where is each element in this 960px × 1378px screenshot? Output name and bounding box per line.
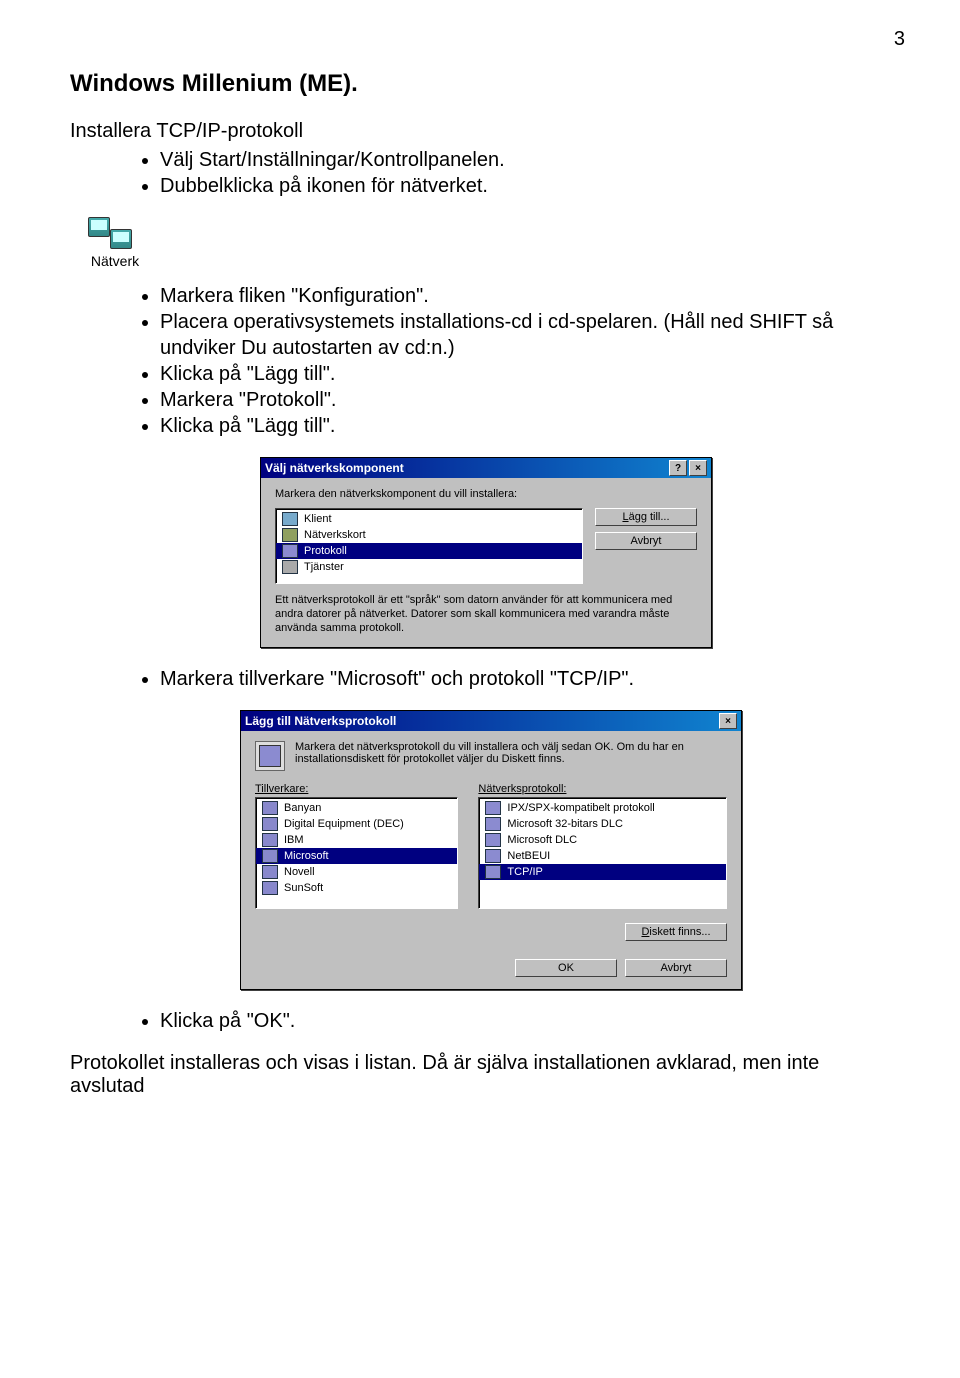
protocol-netbeui[interactable]: NetBEUI	[479, 848, 726, 864]
vendor-ibm[interactable]: IBM	[256, 832, 457, 848]
protocol-ms32dlc[interactable]: Microsoft 32-bitars DLC	[479, 816, 726, 832]
dialog-title: Välj nätverkskomponent	[265, 461, 404, 475]
cancel-button[interactable]: Avbryt	[595, 532, 697, 550]
list-item-label: Protokoll	[304, 545, 347, 557]
ok-button[interactable]: OK	[515, 959, 617, 977]
protocols-label: Nätverksprotokoll:	[478, 783, 727, 795]
list-item: Klicka på "Lägg till".	[160, 361, 890, 387]
disk-button[interactable]: Diskett finns...	[625, 923, 727, 941]
list-item-label: Microsoft DLC	[507, 834, 577, 846]
vendor-microsoft[interactable]: Microsoft	[256, 848, 457, 864]
vendor-novell[interactable]: Novell	[256, 864, 457, 880]
protocol-icon	[282, 544, 298, 558]
list-item: Markera fliken "Konfiguration".	[160, 283, 890, 309]
list-item-natverkskort[interactable]: Nätverkskort	[276, 527, 582, 543]
protocol-ipx-spx[interactable]: IPX/SPX-kompatibelt protokoll	[479, 800, 726, 816]
vendor-icon	[262, 881, 278, 895]
network-card-icon	[282, 528, 298, 542]
list-item: Klicka på "Lägg till".	[160, 413, 890, 439]
protocol-icon	[485, 865, 501, 879]
list-item-label: Nätverkskort	[304, 529, 366, 541]
vendor-icon	[262, 865, 278, 879]
list-item-label: Microsoft 32-bitars DLC	[507, 818, 623, 830]
protocol-header-icon	[255, 741, 285, 771]
list-item-label: TCP/IP	[507, 866, 542, 878]
dialog-prompt: Markera den nätverkskomponent du vill in…	[275, 488, 697, 500]
protocol-icon	[485, 833, 501, 847]
component-listbox[interactable]: Klient Nätverkskort Protokoll Tjäns	[275, 508, 583, 584]
network-icon-block: Nätverk	[88, 217, 890, 269]
vendor-icon	[262, 833, 278, 847]
list-item-label: Tjänster	[304, 561, 344, 573]
subsection-heading: Installera TCP/IP-protokoll	[70, 120, 890, 143]
add-button[interactable]: Lägg till...	[595, 508, 697, 526]
protocol-icon	[485, 849, 501, 863]
vendor-dec[interactable]: Digital Equipment (DEC)	[256, 816, 457, 832]
dialog-prompt: Markera det nätverksprotokoll du vill in…	[295, 741, 727, 765]
client-icon	[282, 512, 298, 526]
network-icon	[88, 217, 132, 251]
list-item-label: SunSoft	[284, 882, 323, 894]
vendor-icon	[262, 801, 278, 815]
list-item-label: Digital Equipment (DEC)	[284, 818, 404, 830]
list-item-label: Microsoft	[284, 850, 329, 862]
network-icon-label: Nätverk	[88, 253, 142, 269]
list-item-tjanster[interactable]: Tjänster	[276, 559, 582, 575]
service-icon	[282, 560, 298, 574]
page-number: 3	[894, 28, 905, 51]
bullet-list: Välj Start/Inställningar/Kontrollpanelen…	[70, 147, 890, 199]
protocol-tcpip[interactable]: TCP/IP	[479, 864, 726, 880]
list-item: Klicka på "OK".	[160, 1008, 890, 1034]
list-item: Dubbelklicka på ikonen för nätverket.	[160, 173, 890, 199]
close-button[interactable]: ×	[719, 713, 737, 729]
vendors-listbox[interactable]: Banyan Digital Equipment (DEC) IBM Micro…	[255, 797, 458, 909]
dialog-title: Lägg till Nätverksprotokoll	[245, 714, 396, 728]
protocols-listbox[interactable]: IPX/SPX-kompatibelt protokoll Microsoft …	[478, 797, 727, 909]
list-item-label: Banyan	[284, 802, 321, 814]
vendor-banyan[interactable]: Banyan	[256, 800, 457, 816]
dialog-titlebar: Välj nätverkskomponent ? ×	[261, 458, 711, 478]
list-item-label: Klient	[304, 513, 332, 525]
dialog-titlebar: Lägg till Nätverksprotokoll ×	[241, 711, 741, 731]
list-item-label: NetBEUI	[507, 850, 550, 862]
list-item: Markera tillverkare "Microsoft" och prot…	[160, 666, 890, 692]
protocol-msdlc[interactable]: Microsoft DLC	[479, 832, 726, 848]
vendor-sunsoft[interactable]: SunSoft	[256, 880, 457, 896]
section-heading: Windows Millenium (ME).	[70, 70, 890, 98]
footer-text: Protokollet installeras och visas i list…	[70, 1052, 890, 1098]
list-item-label: IPX/SPX-kompatibelt protokoll	[507, 802, 654, 814]
list-item: Markera "Protokoll".	[160, 387, 890, 413]
list-item-label: IBM	[284, 834, 304, 846]
bullet-list: Markera fliken "Konfiguration". Placera …	[70, 283, 890, 439]
close-button[interactable]: ×	[689, 460, 707, 476]
list-item-protokoll[interactable]: Protokoll	[276, 543, 582, 559]
bullet-list: Klicka på "OK".	[70, 1008, 890, 1034]
help-button[interactable]: ?	[669, 460, 687, 476]
protocol-icon	[485, 817, 501, 831]
protocol-icon	[485, 801, 501, 815]
cancel-button[interactable]: Avbryt	[625, 959, 727, 977]
vendor-icon	[262, 849, 278, 863]
list-item-klient[interactable]: Klient	[276, 511, 582, 527]
vendor-icon	[262, 817, 278, 831]
bullet-list: Markera tillverkare "Microsoft" och prot…	[70, 666, 890, 692]
vendors-label: Tillverkare:	[255, 783, 458, 795]
dialog-select-network-component: Välj nätverkskomponent ? × Markera den n…	[260, 457, 712, 648]
list-item: Välj Start/Inställningar/Kontrollpanelen…	[160, 147, 890, 173]
dialog-description: Ett nätverksprotokoll är ett "språk" som…	[275, 594, 697, 635]
dialog-add-network-protocol: Lägg till Nätverksprotokoll × Markera de…	[240, 710, 742, 990]
list-item-label: Novell	[284, 866, 315, 878]
list-item: Placera operativsystemets installations-…	[160, 309, 890, 361]
